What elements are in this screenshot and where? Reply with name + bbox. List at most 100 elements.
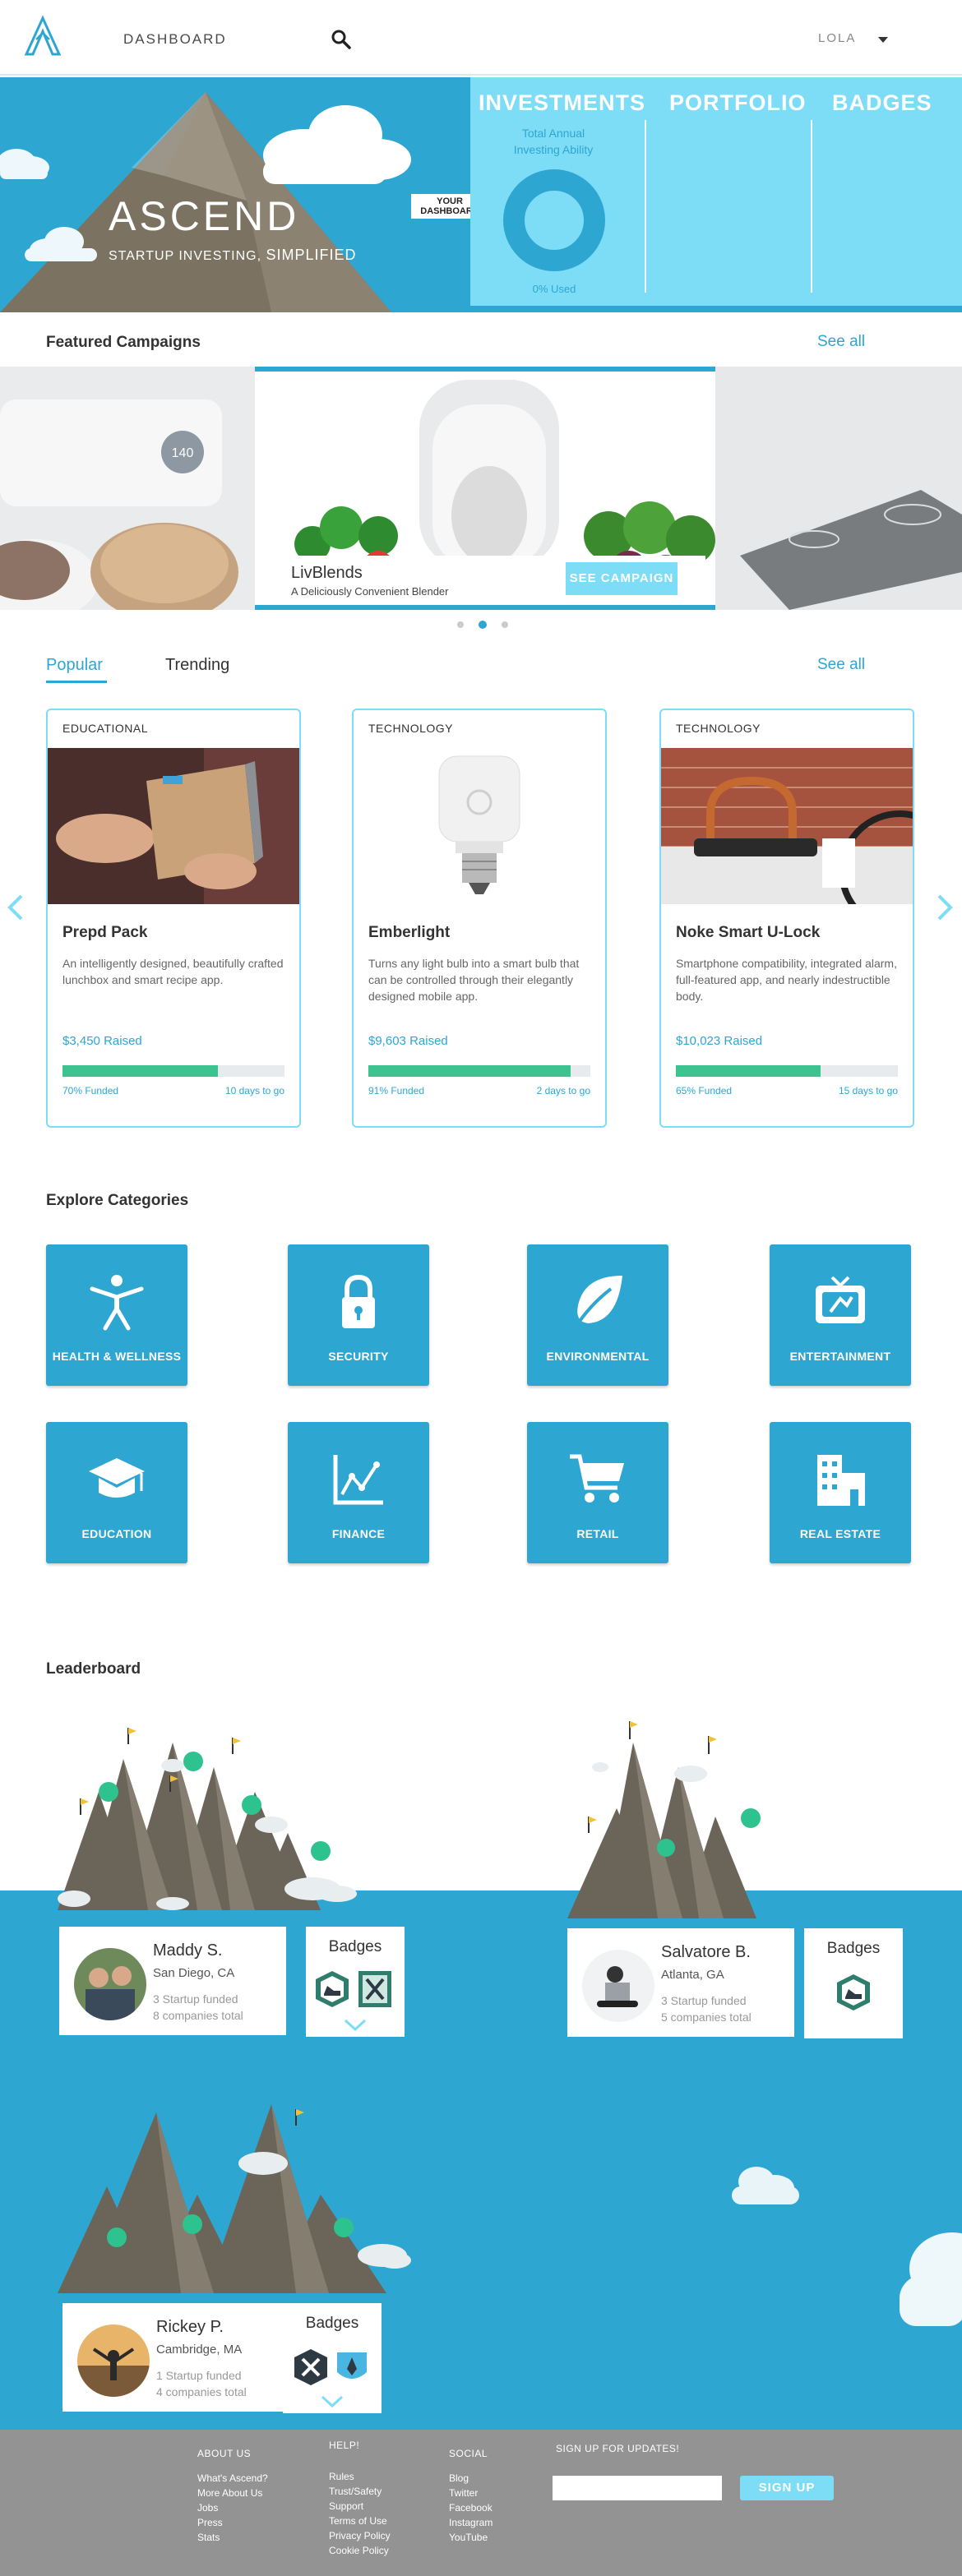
footer-link[interactable]: What's Ascend? <box>197 2472 268 2484</box>
tab-trending[interactable]: Trending <box>165 656 229 675</box>
category-label: SECURITY <box>328 1350 389 1363</box>
chevron-down-icon[interactable] <box>321 2395 344 2408</box>
chevron-left-icon[interactable] <box>7 893 25 922</box>
avatar <box>77 2324 150 2397</box>
leader-startups: 3 Startup funded <box>153 1992 238 2006</box>
footer-link[interactable]: Twitter <box>449 2487 478 2499</box>
footer-signup-heading: SIGN UP FOR UPDATES! <box>556 2443 680 2454</box>
leader-card[interactable]: Rickey P. Cambridge, MA 1 Startup funded… <box>62 2303 289 2412</box>
category-security[interactable]: SECURITY <box>288 1244 429 1386</box>
card-title[interactable]: Noke Smart U-Lock <box>676 924 820 942</box>
footer-link[interactable]: Blog <box>449 2472 469 2484</box>
top-nav: DASHBOARD LOLA <box>0 0 962 76</box>
footer-link[interactable]: Jobs <box>197 2502 218 2514</box>
footer: ABOUT US What's Ascend? More About Us Jo… <box>0 2430 962 2576</box>
leader-name[interactable]: Rickey P. <box>156 2318 224 2337</box>
avatar <box>582 1950 654 2022</box>
chevron-right-icon[interactable] <box>936 893 954 922</box>
chevron-down-icon[interactable] <box>344 2019 367 2032</box>
category-environmental[interactable]: ENVIRONMENTAL <box>527 1244 668 1386</box>
category-entertainment[interactable]: ENTERTAINMENT <box>770 1244 911 1386</box>
campaign-card[interactable]: TECHNOLOGY Emberlight Turns any light bu… <box>352 709 607 1128</box>
funding-progress-fill <box>62 1065 218 1077</box>
days-remaining: 10 days to go <box>224 1085 284 1096</box>
carousel-dot[interactable] <box>457 621 464 628</box>
leader-card[interactable]: Salvatore B. Atlanta, GA 3 Startup funde… <box>567 1928 794 2037</box>
tab-popular-underline <box>46 681 107 683</box>
carousel-prev-slide[interactable]: 140 <box>0 367 255 610</box>
footer-link[interactable]: Trust/Safety <box>329 2486 382 2497</box>
tab-investments[interactable]: INVESTMENTS <box>479 90 645 116</box>
campaign-name: LivBlends <box>291 564 363 582</box>
footer-link[interactable]: Stats <box>197 2532 220 2543</box>
category-education[interactable]: EDUCATION <box>46 1422 187 1563</box>
featured-see-all-link[interactable]: See all <box>817 333 865 351</box>
chevron-down-icon[interactable] <box>878 37 888 43</box>
investing-ability-label: Total Annual Investing Ability <box>475 125 631 158</box>
carousel-next-slide[interactable] <box>715 367 962 610</box>
nav-dashboard-link[interactable]: DASHBOARD <box>123 31 227 48</box>
footer-link[interactable]: Privacy Policy <box>329 2530 391 2541</box>
raised-label: Raised <box>104 1034 142 1048</box>
leader-companies: 4 companies total <box>156 2385 247 2398</box>
tv-icon <box>816 1276 865 1323</box>
user-menu[interactable]: LOLA <box>818 31 856 45</box>
funding-progress-fill <box>676 1065 821 1077</box>
see-campaign-button[interactable]: SEE CAMPAIGN <box>566 562 678 595</box>
footer-link[interactable]: Rules <box>329 2471 354 2482</box>
campaign-card[interactable]: EDUCATIONAL Prepd Pack An intelligently … <box>46 709 301 1128</box>
search-icon[interactable] <box>331 29 352 50</box>
mountain-range-illustration <box>58 2104 411 2293</box>
carousel-dot[interactable] <box>502 621 508 628</box>
leader-name[interactable]: Maddy S. <box>153 1941 222 1960</box>
leader-location: Atlanta, GA <box>661 1968 724 1982</box>
investing-donut-chart <box>503 169 605 271</box>
person-icon <box>90 1275 144 1331</box>
footer-link[interactable]: Support <box>329 2500 363 2512</box>
footer-link[interactable]: Terms of Use <box>329 2515 387 2527</box>
funded-percent: 91% Funded <box>368 1085 425 1096</box>
panel-divider <box>645 120 646 293</box>
popular-see-all-link[interactable]: See all <box>817 656 865 674</box>
pickaxe-badge-icon <box>294 2349 327 2385</box>
card-description: Turns any light bulb into a smart bulb t… <box>368 957 580 1003</box>
funding-progress-bar <box>676 1065 898 1077</box>
category-label: ENVIRONMENTAL <box>546 1350 650 1363</box>
smart-bulb-photo-image <box>354 748 605 904</box>
sign-up-button[interactable]: SIGN UP <box>740 2476 834 2500</box>
footer-link[interactable]: Press <box>197 2517 223 2528</box>
card-title[interactable]: Prepd Pack <box>62 924 148 942</box>
card-title[interactable]: Emberlight <box>368 924 450 942</box>
tab-badges[interactable]: BADGES <box>832 90 932 116</box>
footer-link[interactable]: Facebook <box>449 2502 493 2514</box>
campaign-caption: LivBlends A Deliciously Convenient Blend… <box>255 556 705 605</box>
email-field[interactable] <box>553 2476 722 2500</box>
leader-name[interactable]: Salvatore B. <box>661 1943 751 1962</box>
tab-portfolio[interactable]: PORTFOLIO <box>669 90 807 116</box>
ascend-logo-icon[interactable] <box>21 15 64 58</box>
category-finance[interactable]: FINANCE <box>288 1422 429 1563</box>
rocket-badge-icon <box>337 2352 367 2379</box>
tab-popular[interactable]: Popular <box>46 656 103 675</box>
carousel-active-slide[interactable]: LivBlends A Deliciously Convenient Blend… <box>255 367 715 610</box>
leader-card[interactable]: Maddy S. San Diego, CA 3 Startup funded … <box>59 1927 286 2035</box>
badges-box[interactable]: Badges <box>804 1928 903 2038</box>
leader-companies: 5 companies total <box>661 2010 752 2024</box>
funded-percent: 70% Funded <box>62 1085 119 1096</box>
footer-link[interactable]: Instagram <box>449 2517 493 2528</box>
campaign-card[interactable]: TECHNOLOGY Noke Smart U-Lock Smartphone … <box>659 709 914 1128</box>
category-real-estate[interactable]: REAL ESTATE <box>770 1422 911 1563</box>
badges-box[interactable]: Badges <box>306 1927 405 2037</box>
footer-social-heading: SOCIAL <box>449 2448 488 2459</box>
footer-link[interactable]: More About Us <box>197 2487 262 2499</box>
leader-startups: 3 Startup funded <box>661 1994 747 2007</box>
footer-link[interactable]: YouTube <box>449 2532 488 2543</box>
funding-progress-fill <box>368 1065 571 1077</box>
mountain-range-illustration <box>58 1728 357 1910</box>
carousel-dot-active[interactable] <box>479 621 487 629</box>
category-retail[interactable]: RETAIL <box>527 1422 668 1563</box>
badges-box[interactable]: Badges <box>283 2303 382 2413</box>
hero-banner: ASCEND STARTUP INVESTING, SIMPLIFIED YOU… <box>0 77 962 312</box>
category-health-wellness[interactable]: HEALTH & WELLNESS <box>46 1244 187 1386</box>
footer-link[interactable]: Cookie Policy <box>329 2545 389 2556</box>
